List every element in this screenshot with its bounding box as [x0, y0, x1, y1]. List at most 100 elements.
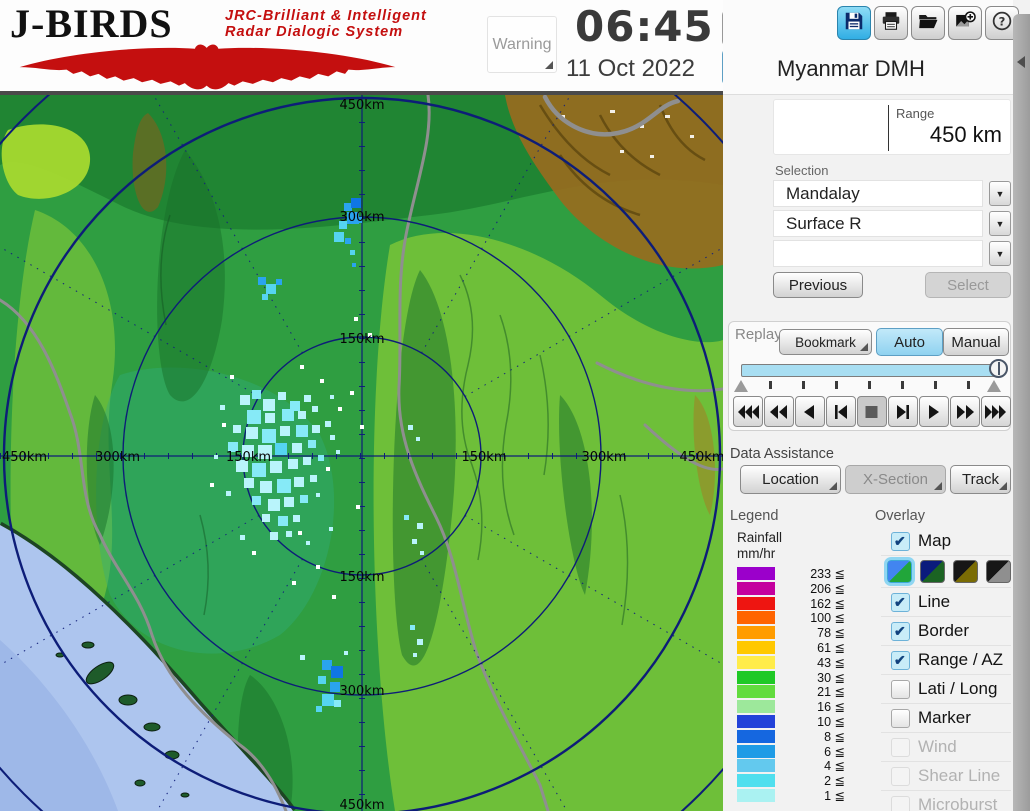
range-label-text: Range	[896, 106, 935, 121]
legend-color-swatch	[737, 685, 775, 699]
option-dropdown-value[interactable]	[773, 240, 983, 267]
rain-cell	[306, 541, 310, 545]
rain-cell	[214, 455, 218, 459]
chevron-down-icon: ▼	[995, 218, 1005, 229]
legend-color-swatch	[737, 700, 775, 714]
rain-cell	[360, 425, 364, 429]
rain-cell	[268, 499, 280, 511]
legend-row: 162 ≦	[733, 596, 863, 611]
rain-cell	[298, 531, 302, 535]
track-button[interactable]: Track	[950, 465, 1011, 494]
overlay-item-label: Wind	[918, 737, 957, 756]
stop-button[interactable]	[857, 396, 887, 427]
save-button[interactable]	[837, 6, 871, 40]
checkbox-checked[interactable]	[891, 592, 910, 612]
replay-slider-thumb[interactable]	[989, 359, 1008, 378]
map-style-black-olive[interactable]	[953, 560, 978, 583]
legend-color-swatch	[737, 670, 775, 684]
fast-forward-button[interactable]	[981, 396, 1011, 427]
rain-cell	[350, 250, 355, 255]
legend-value: 61 ≦	[817, 640, 845, 655]
fast-rewind-button[interactable]	[733, 396, 763, 427]
menu-corner-icon	[934, 482, 942, 490]
step-backward-button[interactable]	[826, 396, 856, 427]
select-button[interactable]: Select	[925, 272, 1011, 298]
location-button[interactable]: Location	[740, 465, 841, 494]
checkbox-disabled	[891, 766, 910, 786]
overlay-item-label: Shear Line	[918, 766, 1001, 785]
xsection-button[interactable]: X-Section	[845, 465, 946, 494]
checkbox-unchecked[interactable]	[891, 708, 910, 728]
legend-rows: 233 ≦ 206 ≦ 162 ≦ 100 ≦ 78 ≦ 61 ≦ 43 ≦ 30 ≦ 21 ≦…	[733, 566, 863, 803]
rain-cell	[222, 423, 226, 427]
rain-cell	[318, 676, 326, 684]
replay-slider-track[interactable]	[741, 364, 1001, 377]
play-forward-button[interactable]	[919, 396, 949, 427]
overlay-item-wind[interactable]: Wind	[881, 733, 1011, 762]
rain-cell	[278, 516, 288, 526]
checkbox-unchecked[interactable]	[891, 679, 910, 699]
slider-tick	[802, 381, 805, 389]
range-label: 450km	[2, 450, 47, 465]
rewind-button[interactable]	[764, 396, 794, 427]
overlay-item-microburst[interactable]: Microburst	[881, 791, 1011, 811]
play-forward-icon	[929, 404, 939, 419]
rain-cell	[417, 523, 423, 529]
open-folder-button[interactable]	[911, 6, 945, 40]
panel-collapse-strip[interactable]	[1013, 14, 1030, 811]
overlay-item-label: Border	[918, 621, 970, 640]
legend-value: 21 ≦	[817, 685, 845, 700]
rain-cell	[263, 399, 275, 411]
print-button[interactable]	[874, 6, 908, 40]
legend-color-swatch	[737, 744, 775, 758]
map-style-black-gray[interactable]	[986, 560, 1011, 583]
add-image-button[interactable]	[948, 6, 982, 40]
product-dropdown-arrow[interactable]: ▼	[989, 211, 1011, 236]
legend-value: 8 ≦	[824, 729, 845, 744]
overlay-item-shear-line[interactable]: Shear Line	[881, 762, 1011, 791]
rain-cell	[356, 505, 360, 509]
range-label: 150km	[339, 332, 384, 347]
rain-cell	[412, 539, 417, 544]
site-dropdown-arrow[interactable]: ▼	[989, 181, 1011, 206]
auto-mode-button[interactable]: Auto	[876, 328, 943, 356]
step-forward-button[interactable]	[888, 396, 918, 427]
overlay-item-map[interactable]: Map	[881, 527, 1011, 556]
rain-cell	[240, 535, 245, 540]
product-dropdown-value[interactable]: Surface R	[773, 210, 983, 237]
previous-button[interactable]: Previous	[773, 272, 863, 298]
warning-button[interactable]: Warning	[487, 16, 557, 73]
manual-mode-button[interactable]: Manual	[943, 328, 1009, 356]
overlay-item-line[interactable]: Line	[881, 588, 1011, 617]
fast-forward-icon	[985, 404, 1006, 419]
option-dropdown-arrow[interactable]: ▼	[989, 241, 1011, 266]
legend-color-swatch	[737, 788, 775, 802]
rain-cell	[413, 653, 417, 657]
rain-cell	[300, 365, 304, 369]
rain-cell	[265, 413, 275, 423]
overlay-item-border[interactable]: Border	[881, 617, 1011, 646]
range-label: 150km	[339, 570, 384, 585]
checkbox-checked[interactable]	[891, 650, 910, 670]
legend-value: 1 ≦	[824, 788, 845, 803]
overlay-item-range-az[interactable]: Range / AZ	[881, 646, 1011, 675]
rain-cell	[252, 551, 256, 555]
menu-corner-icon	[999, 482, 1007, 490]
map-style-navy-darkgreen[interactable]	[920, 560, 945, 583]
map-style-blue-green[interactable]	[884, 557, 915, 586]
range-box: Range 450 km	[773, 99, 1011, 155]
forward-button[interactable]	[950, 396, 980, 427]
play-backward-button[interactable]	[795, 396, 825, 427]
radar-map[interactable]: 450km 300km 150km 150km 300km 450km 450k…	[0, 95, 723, 811]
rain-cell	[352, 263, 356, 267]
site-dropdown-value[interactable]: Mandalay	[773, 180, 983, 207]
overlay-item-lati-long[interactable]: Lati / Long	[881, 675, 1011, 704]
rain-cell	[329, 527, 333, 531]
bookmark-button[interactable]: Bookmark	[779, 329, 872, 355]
legend-color-swatch	[737, 581, 775, 595]
legend-value: 6 ≦	[824, 744, 845, 759]
transport-controls	[733, 396, 1011, 427]
checkbox-checked[interactable]	[891, 621, 910, 641]
checkbox-checked[interactable]	[891, 531, 910, 551]
overlay-item-marker[interactable]: Marker	[881, 704, 1011, 733]
